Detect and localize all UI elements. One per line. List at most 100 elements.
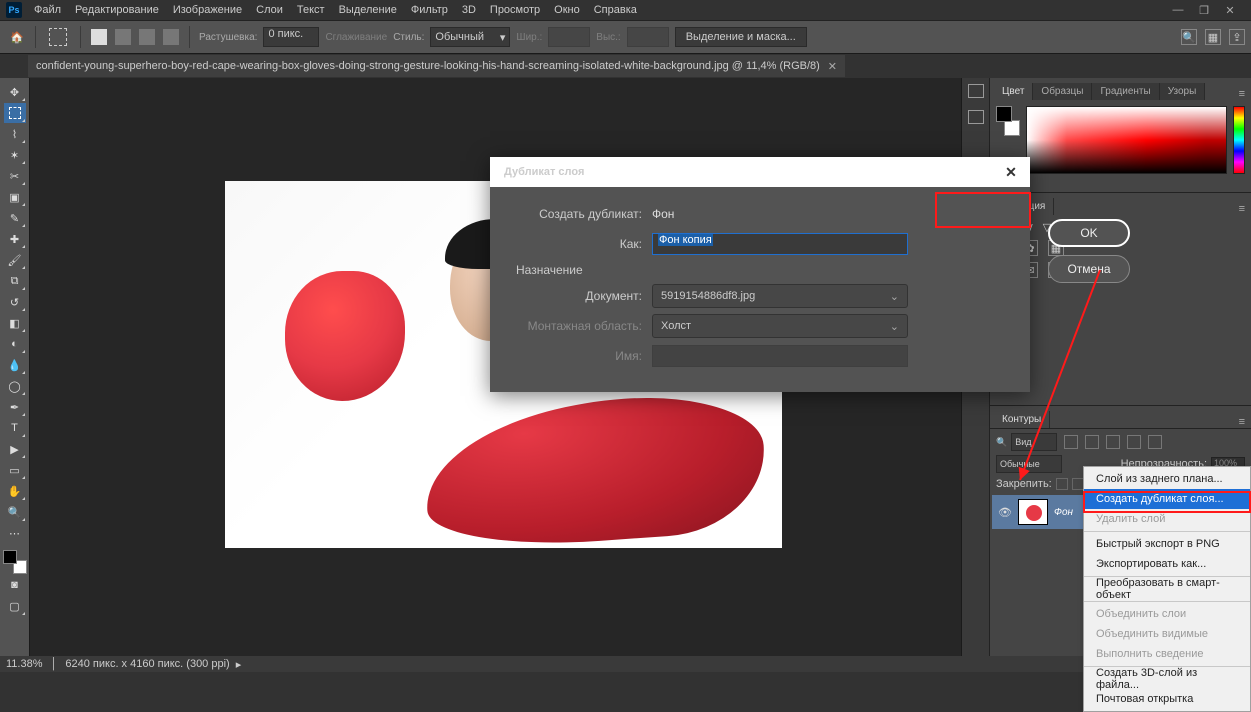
menu-text[interactable]: Текст bbox=[291, 2, 331, 18]
as-input[interactable]: Фон копия bbox=[652, 233, 908, 255]
marquee-tool[interactable] bbox=[4, 103, 26, 123]
history-brush-tool[interactable]: ↺ bbox=[4, 292, 26, 312]
selection-add-icon[interactable] bbox=[115, 29, 131, 45]
filter-type-icon[interactable] bbox=[1106, 435, 1120, 449]
brush-tool[interactable]: 🖌 bbox=[4, 250, 26, 270]
context-item[interactable]: Слой из заднего плана... bbox=[1084, 469, 1250, 489]
pen-tool[interactable]: ✒ bbox=[4, 397, 26, 417]
fg-bg-swatch[interactable] bbox=[3, 550, 27, 574]
separator bbox=[189, 26, 190, 48]
layer-thumbnail[interactable] bbox=[1018, 499, 1048, 525]
menu-help[interactable]: Справка bbox=[588, 2, 643, 18]
menu-file[interactable]: Файл bbox=[28, 2, 67, 18]
quickmask-icon[interactable]: ◙ bbox=[4, 575, 26, 595]
panel-menu-icon[interactable]: ≡ bbox=[1233, 88, 1251, 100]
frame-tool[interactable]: ▣ bbox=[4, 187, 26, 207]
menu-image[interactable]: Изображение bbox=[167, 2, 248, 18]
feather-input[interactable]: 0 пикс. bbox=[263, 27, 319, 47]
menu-layers[interactable]: Слои bbox=[250, 2, 289, 18]
stamp-tool[interactable]: ⧉ bbox=[4, 271, 26, 291]
context-item: Объединить слои bbox=[1084, 604, 1250, 624]
move-tool[interactable]: ✥ bbox=[4, 82, 26, 102]
destination-section: Назначение bbox=[516, 263, 1018, 277]
dodge-tool[interactable]: ◯ bbox=[4, 376, 26, 396]
search-icon[interactable]: 🔍 bbox=[1181, 29, 1197, 45]
selection-new-icon[interactable] bbox=[91, 29, 107, 45]
close-icon[interactable]: ✕ bbox=[1221, 3, 1239, 17]
filter-adjust-icon[interactable] bbox=[1085, 435, 1099, 449]
shape-tool[interactable]: ▭ bbox=[4, 460, 26, 480]
filter-shape-icon[interactable] bbox=[1127, 435, 1141, 449]
doc-dimensions: 6240 пикс. x 4160 пикс. (300 ppi) bbox=[65, 658, 229, 670]
layer-context-menu: Слой из заднего плана...Создать дубликат… bbox=[1083, 466, 1251, 712]
restore-icon[interactable]: ❐ bbox=[1195, 3, 1213, 17]
screenmode-icon[interactable]: ▢ bbox=[4, 596, 26, 616]
document-select[interactable]: 5919154886df8.jpg⌄ bbox=[652, 284, 908, 308]
color-spectrum[interactable] bbox=[1026, 106, 1227, 174]
tab-paths[interactable]: Контуры bbox=[994, 411, 1050, 428]
blend-mode-select[interactable]: Обычные bbox=[996, 455, 1062, 473]
context-item[interactable]: Преобразовать в смарт-объект bbox=[1084, 579, 1250, 599]
app-icon: Ps bbox=[6, 2, 22, 18]
lock-position-icon[interactable] bbox=[1072, 478, 1084, 490]
zoom-tool[interactable]: 🔍 bbox=[4, 502, 26, 522]
panel-icon[interactable] bbox=[968, 110, 984, 124]
panel-menu-icon[interactable]: ≡ bbox=[1233, 416, 1251, 428]
select-and-mask-button[interactable]: Выделение и маска... bbox=[675, 27, 807, 47]
hue-slider[interactable] bbox=[1233, 106, 1245, 174]
crop-tool[interactable]: ✂ bbox=[4, 166, 26, 186]
eraser-tool[interactable]: ◧ bbox=[4, 313, 26, 333]
home-icon[interactable]: 🏠 bbox=[8, 28, 26, 46]
selection-intersect-icon[interactable] bbox=[163, 29, 179, 45]
menu-edit[interactable]: Редактирование bbox=[69, 2, 165, 18]
menu-filter[interactable]: Фильтр bbox=[405, 2, 454, 18]
layer-filter-kind[interactable]: Вид bbox=[1011, 433, 1057, 451]
workspace-icon[interactable]: ▦ bbox=[1205, 29, 1221, 45]
ok-button[interactable]: OK bbox=[1048, 219, 1130, 247]
share-icon[interactable]: ⇪ bbox=[1229, 29, 1245, 45]
heal-tool[interactable]: ✚ bbox=[4, 229, 26, 249]
selection-subtract-icon[interactable] bbox=[139, 29, 155, 45]
panel-icon[interactable] bbox=[968, 84, 984, 98]
filter-smart-icon[interactable] bbox=[1148, 435, 1162, 449]
wand-tool[interactable]: ✶ bbox=[4, 145, 26, 165]
paths-panel: Контуры ≡ bbox=[990, 406, 1251, 429]
status-chevron-icon[interactable]: ▸ bbox=[236, 658, 242, 671]
menu-window[interactable]: Окно bbox=[548, 2, 586, 18]
duplicate-layer-dialog: Дубликат слоя ✕ Создать дубликат: Фон Ка… bbox=[490, 157, 1030, 392]
minimize-icon[interactable]: — bbox=[1169, 3, 1187, 17]
tool-preset-icon[interactable] bbox=[49, 28, 67, 46]
context-item[interactable]: Создать дубликат слоя... bbox=[1084, 489, 1250, 509]
style-select[interactable]: Обычный▾ bbox=[430, 27, 510, 47]
tab-patterns[interactable]: Узоры bbox=[1160, 83, 1206, 100]
tab-color[interactable]: Цвет bbox=[994, 83, 1033, 100]
lock-pixels-icon[interactable] bbox=[1056, 478, 1068, 490]
context-item[interactable]: Почтовая открытка bbox=[1084, 689, 1250, 709]
panel-menu-icon[interactable]: ≡ bbox=[1233, 203, 1251, 215]
context-item[interactable]: Экспортировать как... bbox=[1084, 554, 1250, 574]
layer-name: Фон bbox=[1054, 507, 1073, 518]
context-item[interactable]: Быстрый экспорт в PNG bbox=[1084, 534, 1250, 554]
context-item[interactable]: Создать 3D-слой из файла... bbox=[1084, 669, 1250, 689]
document-tab[interactable]: confident-young-superhero-boy-red-cape-w… bbox=[28, 55, 845, 77]
menu-3d[interactable]: 3D bbox=[456, 2, 482, 18]
eyedropper-tool[interactable]: ✎ bbox=[4, 208, 26, 228]
type-tool[interactable]: T bbox=[4, 418, 26, 438]
visibility-icon[interactable]: 👁 bbox=[998, 505, 1012, 519]
tab-close-icon[interactable]: ✕ bbox=[828, 60, 837, 73]
menu-select[interactable]: Выделение bbox=[333, 2, 403, 18]
color-fgbg-swatch[interactable] bbox=[996, 106, 1020, 136]
filter-pixel-icon[interactable] bbox=[1064, 435, 1078, 449]
menu-view[interactable]: Просмотр bbox=[484, 2, 546, 18]
blur-tool[interactable]: 💧 bbox=[4, 355, 26, 375]
zoom-readout[interactable]: 11.38% bbox=[6, 658, 43, 670]
dialog-close-icon[interactable]: ✕ bbox=[1002, 163, 1020, 181]
tab-swatches[interactable]: Образцы bbox=[1033, 83, 1092, 100]
edit-toolbar-icon[interactable]: ⋯ bbox=[4, 523, 26, 543]
path-select-tool[interactable]: ▶ bbox=[4, 439, 26, 459]
tab-gradients[interactable]: Градиенты bbox=[1092, 83, 1159, 100]
gradient-tool[interactable]: ◐ bbox=[4, 334, 26, 354]
hand-tool[interactable]: ✋ bbox=[4, 481, 26, 501]
cancel-button[interactable]: Отмена bbox=[1048, 255, 1130, 283]
lasso-tool[interactable]: ⌇ bbox=[4, 124, 26, 144]
